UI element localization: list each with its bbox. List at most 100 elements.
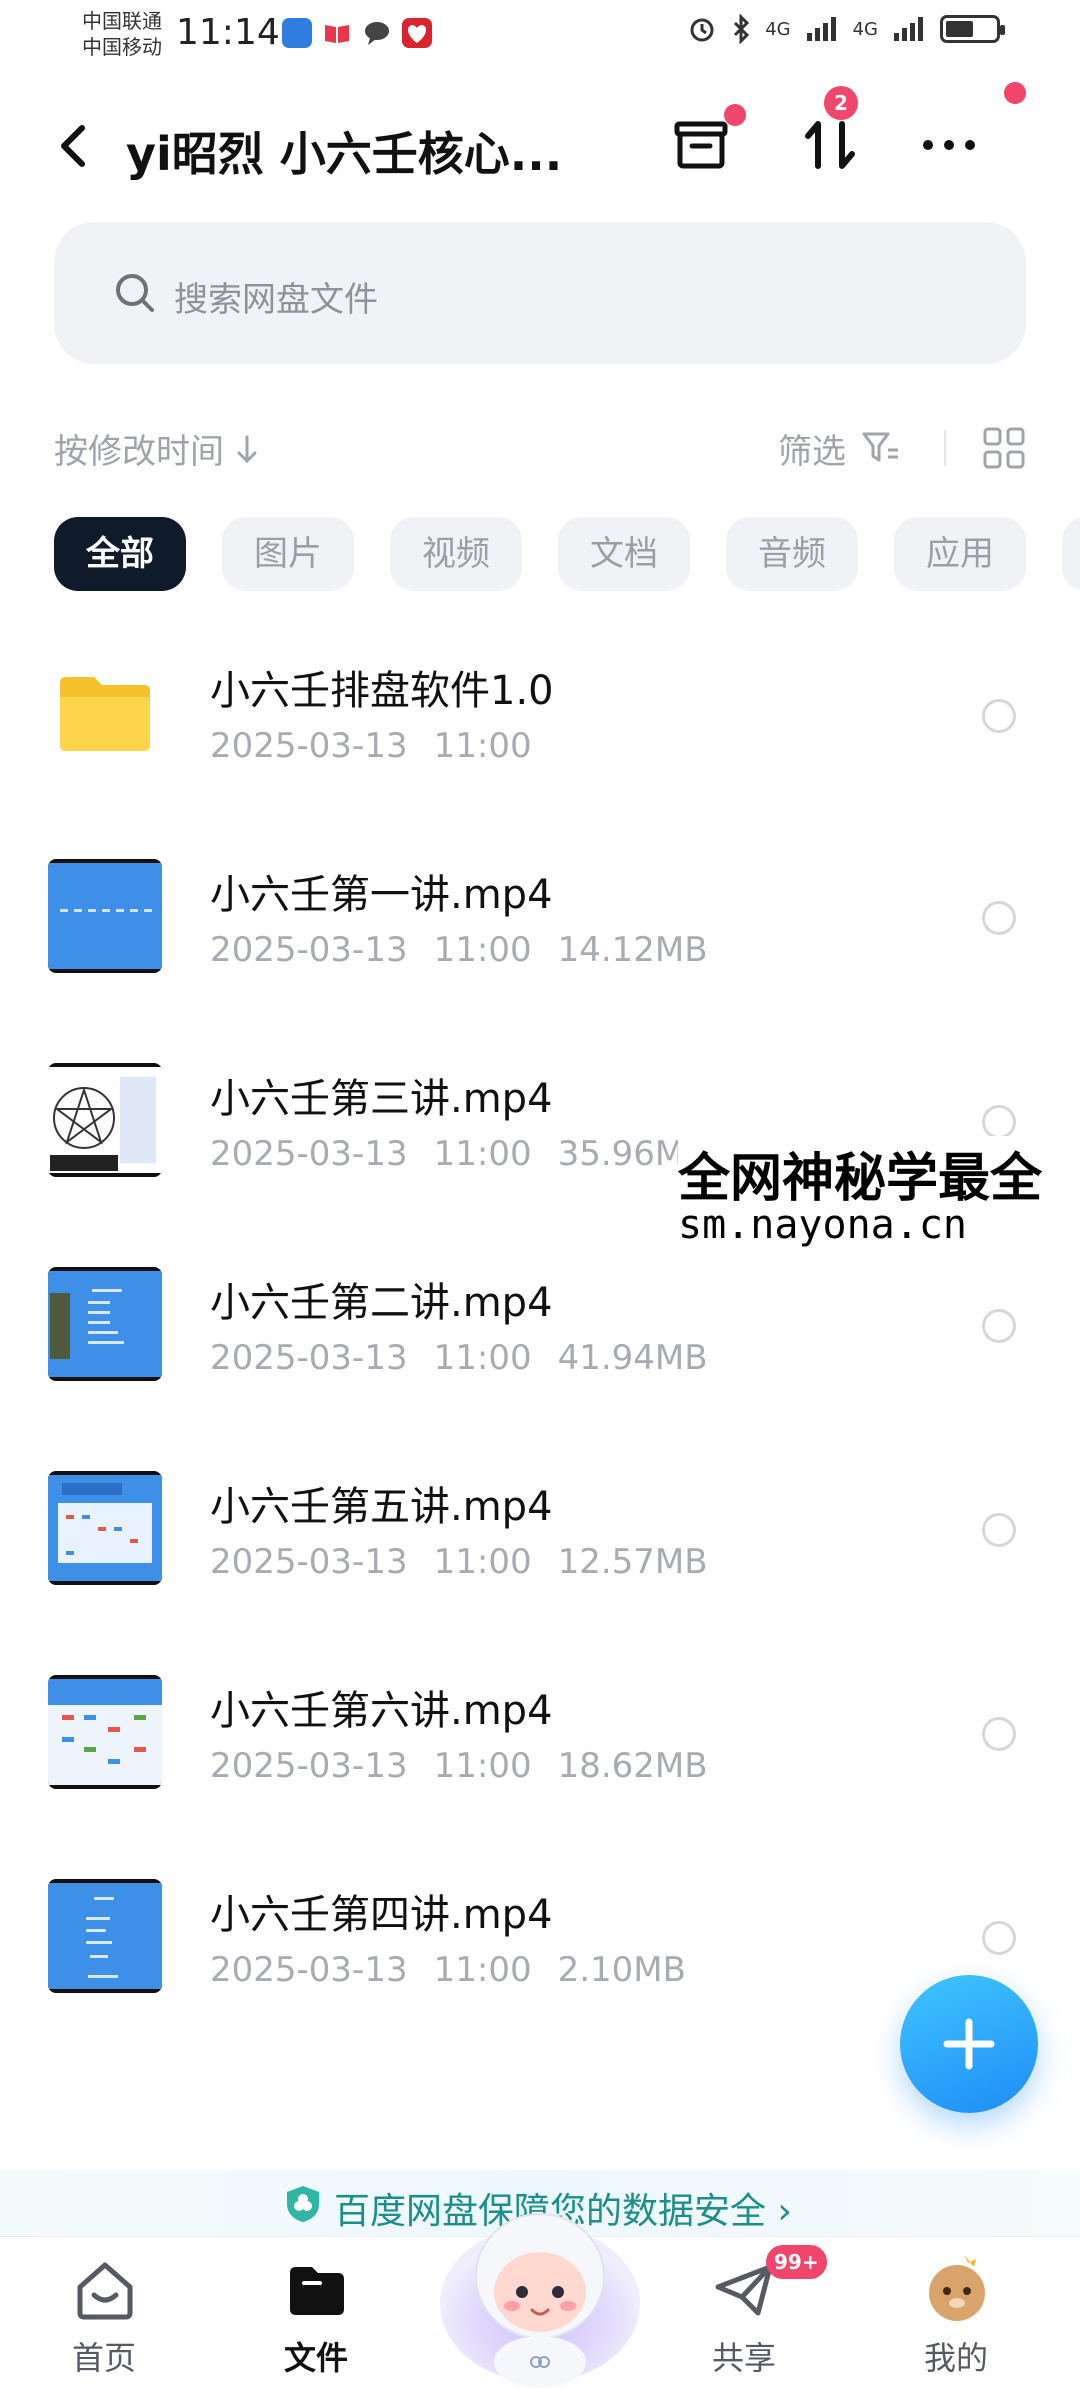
status-bar: 中国联通 中国移动 11:14 4G 4G [0,0,1080,70]
filter-icon[interactable] [860,428,900,468]
carrier-2: 中国移动 [82,35,162,59]
file-time: 11:00 [433,726,532,766]
sort-button[interactable]: 按修改时间 [54,424,259,473]
chip-all[interactable]: 全部 [54,517,186,591]
file-meta: 2025-03-13 11:00 14.12MB [210,930,734,970]
folder-icon [60,677,150,751]
transfer-arrows-icon[interactable] [796,110,866,180]
message-notification-icon [362,18,392,48]
carrier-info: 中国联通 中国移动 [82,8,162,60]
chip-audio[interactable]: 音频 [726,517,858,591]
list-item[interactable]: 小六壬第五讲.mp4 2025-03-13 11:00 12.57MB [0,1430,1080,1630]
signal-2-icon [894,17,923,41]
tab-files[interactable]: 文件 [236,2237,396,2400]
watermark-title: 全网神秘学最全 [678,1136,1043,1211]
select-radio[interactable] [982,699,1016,733]
app-notification-icon [282,18,312,48]
select-radio[interactable] [982,1105,1016,1139]
file-name: 小六壬第五讲.mp4 [210,1484,553,1530]
heart-notification-icon [402,18,432,48]
archive-dot-indicator [724,104,746,126]
file-meta: 2025-03-13 11:00 2.10MB [210,1950,712,1990]
grid-view-icon[interactable] [982,426,1026,470]
list-item[interactable]: 小六壬第一讲.mp4 2025-03-13 11:00 14.12MB [0,818,1080,1018]
file-date: 2025-03-13 [210,1134,408,1174]
tab-share[interactable]: 99+ 共享 [664,2237,827,2400]
home-icon [77,2262,133,2320]
sort-filter-row: 按修改时间 筛选 [0,418,1080,478]
file-size: 12.57MB [557,1542,708,1582]
status-time: 11:14 [176,12,280,53]
chip-images[interactable]: 图片 [222,517,354,591]
select-radio[interactable] [982,1717,1016,1751]
file-time: 11:00 [433,1134,532,1174]
signal-1-label: 4G [765,18,791,40]
search-bar[interactable]: 搜索网盘文件 [54,222,1026,364]
select-radio[interactable] [982,1309,1016,1343]
file-name: 小六壬第三讲.mp4 [210,1076,553,1122]
file-meta: 2025-03-13 11:00 18.62MB [210,1746,734,1786]
filter-button[interactable]: 筛选 [778,424,846,473]
more-options-icon[interactable] [914,110,984,180]
file-name: 小六壬第四讲.mp4 [210,1892,553,1938]
tab-label: 我的 [923,2339,988,2377]
tab-label: 共享 [711,2339,776,2377]
select-radio[interactable] [982,1921,1016,1955]
file-meta: 2025-03-13 11:00 12.57MB [210,1542,734,1582]
tab-me[interactable]: 我的 [876,2237,1036,2400]
file-meta: 2025-03-13 11:00 [210,726,558,766]
search-placeholder: 搜索网盘文件 [174,280,378,320]
file-size: 14.12MB [557,930,708,970]
avatar [929,2255,985,2321]
share-badge: 99+ [766,2245,827,2279]
file-date: 2025-03-13 [210,1542,408,1582]
file-time: 11:00 [433,1950,532,1990]
sort-label: 按修改时间 [54,432,224,472]
file-meta: 2025-03-13 11:00 41.94MB [210,1338,734,1378]
search-icon [116,274,154,312]
select-radio[interactable] [982,1513,1016,1547]
file-size: 2.10MB [557,1950,686,1990]
plus-icon [943,2018,995,2070]
file-name: 小六壬第六讲.mp4 [210,1688,553,1734]
add-file-button[interactable] [900,1975,1038,2113]
tab-home[interactable]: 首页 [24,2237,184,2400]
select-radio[interactable] [982,901,1016,935]
file-date: 2025-03-13 [210,1950,408,1990]
page-title: yi昭烈 小六壬核心... [126,127,563,181]
system-status-icons: 4G 4G [687,14,1005,44]
chip-videos[interactable]: 视频 [390,517,522,591]
more-dot-indicator [1004,82,1026,104]
video-thumbnail [48,1267,162,1381]
assistant-mascot-icon[interactable] [434,2180,646,2390]
divider [944,430,946,466]
list-item[interactable]: 小六壬第六讲.mp4 2025-03-13 11:00 18.62MB [0,1634,1080,1834]
chip-apps[interactable]: 应用 [894,517,1026,591]
carrier-1: 中国联通 [82,9,162,33]
video-thumbnail [48,1879,162,1993]
file-meta: 2025-03-13 11:00 35.96MB [210,1134,734,1174]
watermark-url: sm.nayona.cn [678,1202,967,1248]
notification-icons [282,18,432,48]
file-size: 41.94MB [557,1338,708,1378]
file-date: 2025-03-13 [210,930,408,970]
bluetooth-icon [734,14,750,44]
video-thumbnail [48,859,162,973]
file-date: 2025-03-13 [210,1338,408,1378]
folder-filled-icon [290,2267,344,2315]
tab-label: 文件 [283,2339,348,2377]
file-name: 小六壬第二讲.mp4 [210,1280,553,1326]
video-thumbnail [48,1675,162,1789]
signal-2-label: 4G [852,18,878,40]
file-size: 18.62MB [557,1746,708,1786]
chip-documents[interactable]: 文档 [558,517,690,591]
alarm-icon [690,18,714,42]
list-item[interactable]: 小六壬排盘软件1.0 2025-03-13 11:00 [0,614,1080,814]
chip-more[interactable] [1062,517,1080,591]
file-time: 11:00 [433,1542,532,1582]
video-thumbnail [48,1063,162,1177]
top-app-bar: yi昭烈 小六壬核心... 2 [0,80,1080,210]
back-arrow-icon[interactable] [50,116,100,176]
list-item[interactable]: 小六壬第二讲.mp4 2025-03-13 11:00 41.94MB [0,1226,1080,1426]
tab-label: 首页 [71,2339,136,2377]
